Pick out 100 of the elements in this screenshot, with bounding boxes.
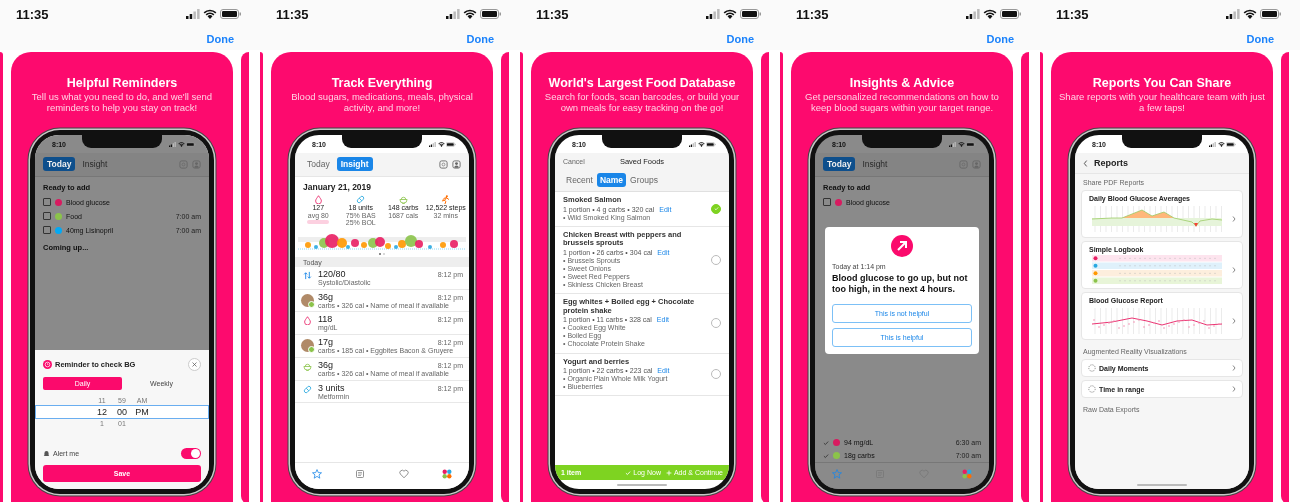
checkbox[interactable] bbox=[43, 212, 51, 220]
drop-icon bbox=[313, 195, 323, 204]
close-button[interactable] bbox=[188, 358, 201, 371]
entry-value: 17g bbox=[318, 337, 334, 348]
tab[interactable]: Today bbox=[303, 157, 334, 171]
picker-value[interactable]: 12 bbox=[93, 407, 111, 417]
signal-icon bbox=[169, 141, 176, 147]
dashed-circle-icon bbox=[1088, 364, 1096, 372]
radio-button[interactable] bbox=[711, 203, 721, 214]
star-icon[interactable] bbox=[831, 469, 842, 479]
battery-icon bbox=[706, 141, 716, 147]
segment-tab[interactable]: Name bbox=[596, 173, 627, 187]
status-time: 11:35 bbox=[16, 6, 49, 22]
picker-value[interactable]: PM bbox=[133, 407, 151, 417]
check-icon bbox=[625, 469, 632, 476]
nav-title: Reports bbox=[1094, 158, 1128, 168]
plus-icon bbox=[665, 469, 672, 476]
battery-icon bbox=[966, 141, 976, 147]
home-indicator bbox=[617, 483, 667, 486]
signal-icon bbox=[1226, 9, 1240, 19]
entry-value: 120/80 bbox=[318, 269, 346, 280]
card-subtitle: Blood sugars, medications, meals, physical activity, and more! bbox=[290, 92, 474, 113]
range-bar bbox=[307, 220, 330, 225]
checkbox[interactable] bbox=[43, 198, 51, 206]
done-link[interactable]: Done bbox=[1246, 33, 1274, 45]
checkbox[interactable] bbox=[823, 198, 831, 206]
entry-value: 36g bbox=[318, 291, 334, 302]
card-title: Helpful Reminders bbox=[66, 76, 178, 90]
card-title: World's Largest Food Database bbox=[548, 76, 736, 90]
picker-selection[interactable]: 12 00 PM bbox=[35, 405, 209, 419]
signal-icon bbox=[689, 141, 696, 147]
pill-icon bbox=[356, 195, 366, 204]
wifi-icon bbox=[1243, 9, 1257, 19]
signal-icon bbox=[966, 9, 980, 19]
battery-icon bbox=[740, 9, 762, 19]
segment-tab[interactable]: Groups bbox=[627, 173, 661, 187]
profile-icon[interactable] bbox=[452, 159, 461, 169]
colored-dots-icon[interactable] bbox=[442, 469, 453, 479]
tab[interactable]: Today bbox=[823, 157, 856, 171]
bowl-icon bbox=[303, 361, 312, 371]
chevron-icon[interactable] bbox=[1232, 267, 1236, 273]
dialog-message: Blood glucose to go up, but not too high, in the next 4 hours. bbox=[832, 273, 969, 296]
battery-icon bbox=[220, 9, 242, 19]
wifi-icon bbox=[957, 141, 965, 147]
signal-icon bbox=[186, 9, 200, 19]
status-time: 11:35 bbox=[276, 6, 309, 22]
signal-icon bbox=[429, 141, 436, 147]
battery-icon bbox=[186, 141, 196, 147]
chevron-icon[interactable] bbox=[1232, 318, 1236, 324]
entry-value: 3 units bbox=[318, 382, 345, 393]
battery-icon bbox=[480, 9, 502, 19]
back-icon[interactable] bbox=[1083, 159, 1088, 167]
entry-value: 36g bbox=[318, 359, 334, 370]
chevron-icon[interactable] bbox=[1232, 216, 1236, 222]
checkbox[interactable] bbox=[43, 226, 51, 234]
tab[interactable]: Insight bbox=[858, 157, 892, 171]
heart-icon[interactable] bbox=[398, 469, 409, 479]
tab[interactable]: Insight bbox=[78, 157, 112, 171]
status-time: 11:35 bbox=[796, 6, 829, 22]
signal-icon bbox=[446, 9, 460, 19]
wifi-icon bbox=[177, 141, 185, 147]
battery-icon bbox=[1226, 141, 1236, 147]
date-heading: January 21, 2019 bbox=[302, 181, 373, 194]
done-link[interactable]: Done bbox=[986, 33, 1014, 45]
card-subtitle: Search for foods, scan barcodes, or build your own meals for easy tracking on the go! bbox=[543, 92, 741, 113]
signal-icon bbox=[1209, 141, 1216, 147]
battery-icon bbox=[1260, 9, 1282, 19]
picker-value[interactable]: 00 bbox=[113, 407, 131, 417]
status-time: 11:35 bbox=[1056, 6, 1089, 22]
star-icon[interactable] bbox=[311, 469, 322, 479]
card-title: Insights & Advice bbox=[849, 76, 955, 90]
signal-icon bbox=[706, 9, 720, 19]
colored-dots-icon[interactable] bbox=[962, 469, 973, 479]
signal-icon bbox=[949, 141, 956, 147]
wifi-icon bbox=[697, 141, 705, 147]
wifi-icon bbox=[463, 9, 477, 19]
book-icon[interactable] bbox=[355, 469, 366, 479]
chevron-icon[interactable] bbox=[1232, 386, 1236, 392]
wifi-icon bbox=[1217, 141, 1225, 147]
dashed-circle-icon bbox=[1088, 385, 1096, 393]
card-title: Reports You Can Share bbox=[1092, 76, 1232, 90]
card-subtitle: Share reports with your healthcare team with just a few taps! bbox=[1058, 92, 1266, 113]
device-icon[interactable] bbox=[439, 159, 448, 169]
close-icon bbox=[192, 362, 197, 367]
done-link[interactable]: Done bbox=[726, 33, 754, 45]
photo-placeholder bbox=[301, 293, 314, 307]
battery-icon bbox=[1000, 9, 1022, 19]
chevron-icon[interactable] bbox=[1232, 365, 1236, 371]
card-subtitle: Get personalized recommendations on how to keep blood sugars within your target range. bbox=[804, 92, 1000, 113]
wifi-icon bbox=[983, 9, 997, 19]
tab[interactable]: Today bbox=[43, 157, 76, 171]
status-time: 11:35 bbox=[536, 6, 569, 22]
toggle-switch[interactable] bbox=[181, 448, 201, 459]
done-link[interactable]: Done bbox=[466, 33, 494, 45]
done-link[interactable]: Done bbox=[206, 33, 234, 45]
wifi-icon bbox=[723, 9, 737, 19]
tab[interactable]: Insight bbox=[336, 157, 373, 171]
card-subtitle: Tell us what you need to do, and we'll send reminders to help you stay on track! bbox=[30, 92, 214, 113]
segment-tab[interactable]: Recent bbox=[563, 173, 596, 187]
photo-placeholder bbox=[301, 339, 314, 353]
